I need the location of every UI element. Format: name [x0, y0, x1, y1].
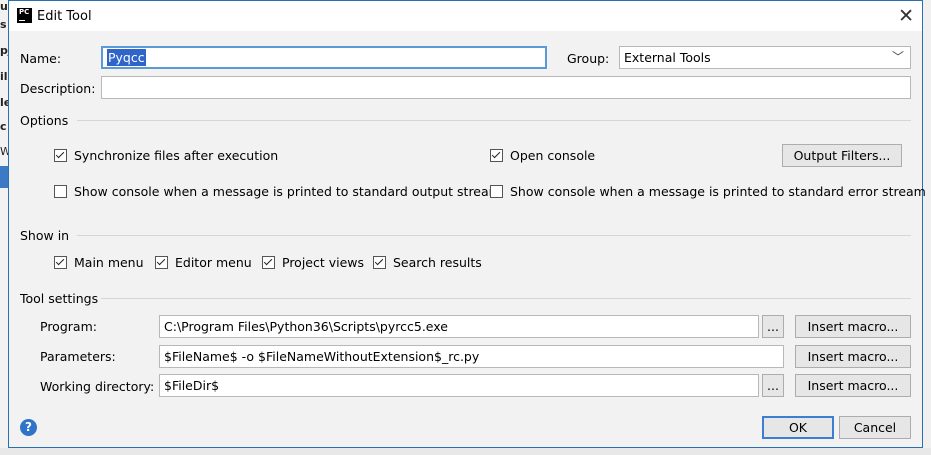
show-in-separator: [77, 235, 911, 236]
checkbox-checked: [54, 256, 67, 269]
dialog-title: Edit Tool: [37, 9, 92, 24]
checkbox-unchecked: [54, 185, 67, 198]
program-insert-macro-button[interactable]: Insert macro...: [795, 315, 911, 338]
editor-menu-label: Editor menu: [175, 255, 252, 270]
background-text: c: [0, 120, 7, 133]
main-menu-checkbox[interactable]: Main menu: [54, 255, 144, 270]
parameters-label: Parameters:: [40, 349, 116, 364]
program-input[interactable]: C:\Program Files\Python36\Scripts\pyrcc5…: [159, 315, 759, 338]
parameters-insert-macro-button[interactable]: Insert macro...: [795, 345, 911, 368]
output-filters-button[interactable]: Output Filters...: [782, 144, 902, 167]
console-stdout-label: Show console when a message is printed t…: [74, 184, 501, 199]
chevron-down-icon: ﹀: [891, 50, 904, 64]
console-stderr-checkbox[interactable]: Show console when a message is printed t…: [490, 184, 926, 199]
tool-settings-section-title: Tool settings: [20, 291, 99, 306]
show-in-section-title: Show in: [20, 228, 70, 243]
description-label: Description:: [20, 81, 96, 96]
working-directory-label: Working directory:: [40, 379, 155, 394]
name-label: Name:: [20, 51, 62, 66]
console-stderr-label: Show console when a message is printed t…: [510, 184, 926, 199]
program-label: Program:: [40, 319, 97, 334]
edit-tool-dialog: PC Edit Tool ✕ Name: Pyqcc Group: Extern…: [8, 0, 926, 448]
background-text: u: [0, 0, 8, 13]
checkbox-checked: [54, 149, 67, 162]
background-selected-item: [0, 166, 8, 188]
options-separator: [77, 120, 911, 121]
pycharm-app-icon: PC: [17, 8, 32, 23]
checkbox-checked: [155, 256, 168, 269]
sync-files-label: Synchronize files after execution: [74, 148, 279, 163]
group-value: External Tools: [624, 50, 711, 65]
background-text: s: [0, 18, 7, 31]
tool-settings-separator: [101, 298, 911, 299]
close-icon[interactable]: ✕: [898, 5, 914, 27]
working-directory-browse-button[interactable]: ...: [762, 374, 784, 397]
ok-button[interactable]: OK: [762, 416, 834, 439]
working-directory-input[interactable]: $FileDir$: [159, 374, 759, 397]
checkbox-checked: [262, 256, 275, 269]
project-views-checkbox[interactable]: Project views: [262, 255, 364, 270]
console-stdout-checkbox[interactable]: Show console when a message is printed t…: [54, 184, 501, 199]
background-text: il: [0, 70, 8, 83]
group-combobox[interactable]: External Tools ﹀: [619, 46, 911, 69]
editor-menu-checkbox[interactable]: Editor menu: [155, 255, 252, 270]
options-section-title: Options: [20, 113, 69, 128]
parameters-input[interactable]: $FileName$ -o $FileNameWithoutExtension$…: [159, 345, 784, 368]
name-input[interactable]: Pyqcc: [101, 46, 547, 69]
sync-files-checkbox[interactable]: Synchronize files after execution: [54, 148, 278, 163]
background-bottom: [0, 448, 931, 455]
open-console-checkbox[interactable]: Open console: [490, 148, 595, 163]
checkbox-checked: [373, 256, 386, 269]
search-results-label: Search results: [393, 255, 482, 270]
project-views-label: Project views: [282, 255, 365, 270]
help-icon[interactable]: ?: [20, 419, 37, 436]
open-console-label: Open console: [510, 148, 596, 163]
search-results-checkbox[interactable]: Search results: [373, 255, 482, 270]
working-directory-insert-macro-button[interactable]: Insert macro...: [795, 374, 911, 397]
main-menu-label: Main menu: [74, 255, 144, 270]
checkbox-unchecked: [490, 185, 503, 198]
description-input[interactable]: [101, 76, 911, 99]
checkbox-checked: [490, 149, 503, 162]
name-value: Pyqcc: [107, 49, 146, 66]
program-browse-button[interactable]: ...: [762, 315, 784, 338]
cancel-button[interactable]: Cancel: [839, 416, 911, 439]
group-label: Group:: [567, 51, 610, 66]
background-sidebar: u s pj il le c W: [0, 0, 12, 455]
title-bar: PC Edit Tool ✕: [9, 1, 922, 31]
